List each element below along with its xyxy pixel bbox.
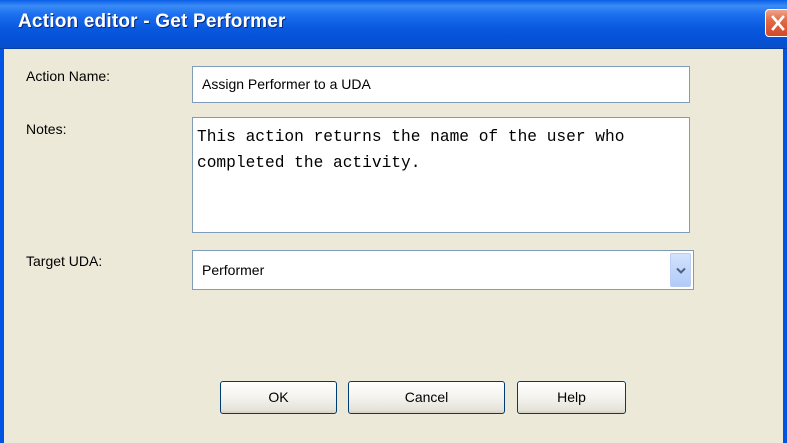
target-uda-label: Target UDA: [26,253,103,269]
close-button[interactable] [765,9,787,37]
notes-value: This action returns the name of the user… [197,128,635,172]
notes-label: Notes: [26,121,67,137]
target-uda-value: Performer [202,262,265,278]
help-button[interactable]: Help [517,381,626,414]
notes-textarea[interactable]: This action returns the name of the user… [192,117,690,233]
action-name-value: Assign Performer to a UDA [202,76,371,92]
action-editor-dialog: Action editor - Get Performer Action Nam… [0,0,787,443]
action-name-field[interactable]: Assign Performer to a UDA [192,66,690,103]
close-icon [771,15,785,31]
window-title: Action editor - Get Performer [18,11,286,32]
chevron-down-icon [676,267,686,274]
cancel-button[interactable]: Cancel [348,381,505,414]
title-bar[interactable]: Action editor - Get Performer [0,0,787,49]
ok-button[interactable]: OK [220,381,337,414]
action-name-label: Action Name: [26,68,111,84]
target-uda-select[interactable]: Performer [192,250,694,290]
dropdown-button[interactable] [670,253,691,287]
